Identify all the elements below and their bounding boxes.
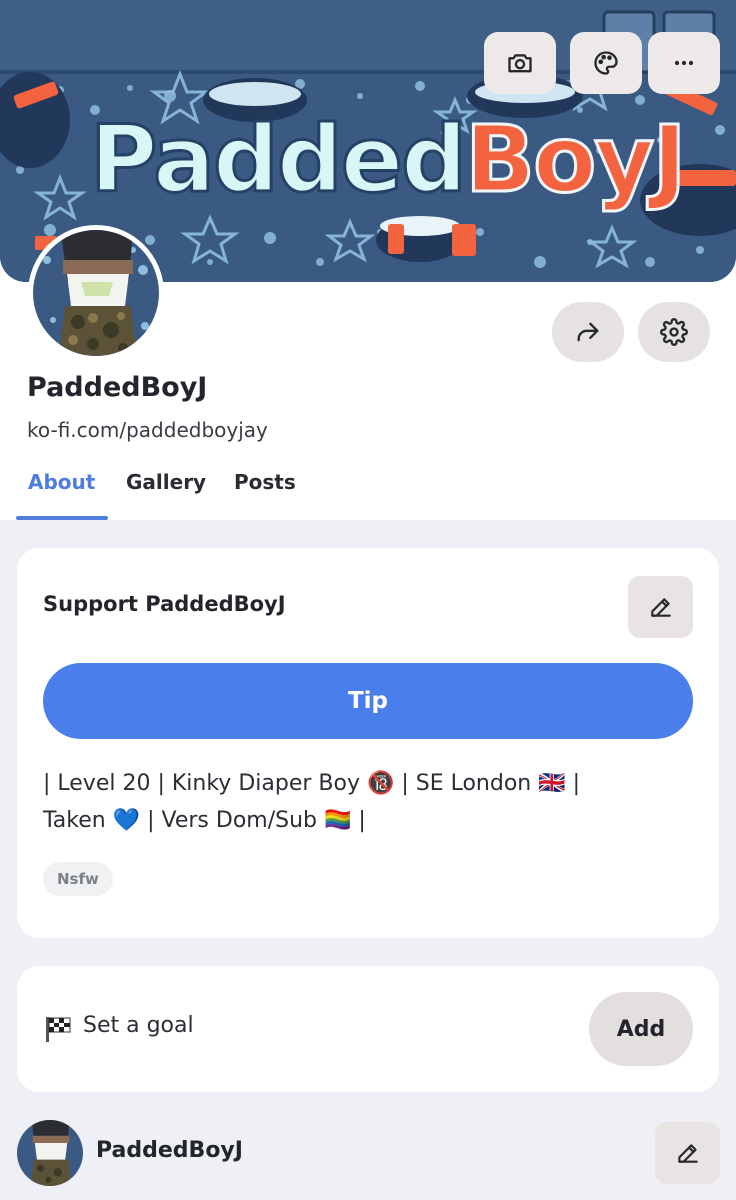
tip-button[interactable]: Tip (43, 663, 693, 739)
share-button[interactable] (552, 302, 624, 362)
more-horizontal-icon (674, 60, 694, 66)
tab-posts[interactable]: Posts (234, 462, 296, 520)
tab-about[interactable]: About (28, 462, 95, 520)
edit-pencil-icon (677, 1144, 698, 1163)
banner-title-part2: BoyJ (464, 105, 689, 215)
palette-icon (594, 51, 618, 75)
edit-post-button[interactable] (655, 1122, 720, 1184)
gear-icon (660, 318, 688, 346)
profile-bio: | Level 20 | Kinky Diaper Boy 🔞 | SE Lon… (43, 765, 703, 839)
add-goal-button[interactable]: Add (589, 992, 693, 1066)
profile-header: PaddedBoyJ PaddedBoyJ ko-fi.com/paddedbo… (0, 0, 736, 520)
profile-name: PaddedBoyJ (27, 372, 208, 403)
settings-button[interactable] (638, 302, 710, 362)
edit-pencil-icon (650, 598, 671, 617)
camera-icon (508, 54, 532, 73)
set-goal-label: Set a goal (83, 1013, 194, 1038)
bio-line-2: Taken 💙 | Vers Dom/Sub 🏳️‍🌈 | (43, 808, 366, 833)
banner-title: PaddedBoyJ (88, 100, 688, 220)
support-title: Support PaddedBoyJ (43, 592, 286, 616)
profile-url[interactable]: ko-fi.com/paddedboyjay (27, 418, 268, 442)
profile-avatar[interactable] (28, 225, 164, 361)
share-arrow-icon (577, 322, 599, 342)
post-author-avatar[interactable] (17, 1120, 83, 1186)
theme-palette-button[interactable] (570, 32, 642, 94)
avatar-image (33, 230, 159, 356)
bio-line-1: | Level 20 | Kinky Diaper Boy 🔞 | SE Lon… (43, 771, 581, 796)
more-options-button[interactable] (648, 32, 720, 94)
edit-support-button[interactable] (628, 576, 693, 638)
tab-gallery[interactable]: Gallery (126, 462, 206, 520)
active-tab-indicator (16, 516, 108, 520)
change-banner-photo-button[interactable] (484, 32, 556, 94)
support-card: Support PaddedBoyJ Tip | Level 20 | Kink… (17, 548, 719, 938)
checkered-flag-icon (46, 1017, 71, 1042)
banner-title-part1: Padded (88, 105, 468, 215)
nsfw-tag: Nsfw (43, 862, 113, 896)
post-author-name: PaddedBoyJ (96, 1138, 243, 1163)
goal-card: Set a goal Add (17, 966, 719, 1092)
